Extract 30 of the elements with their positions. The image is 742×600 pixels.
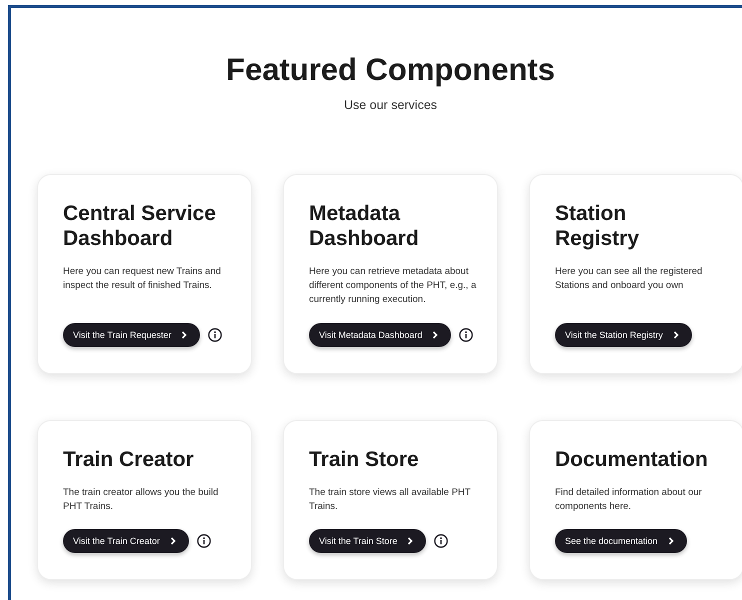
info-icon[interactable] (196, 534, 211, 548)
visit-button[interactable]: Visit the Train Store (309, 529, 426, 554)
card-description: Here you can see all the registered Stations and onboard you own (555, 265, 704, 294)
card-title: Train Creator (63, 446, 195, 472)
chevron-icon (406, 537, 414, 546)
chevron-icon (431, 330, 440, 339)
chevron-icon (180, 330, 188, 339)
card-description: Find detailed information about our components here. (555, 486, 703, 514)
chevron-icon (666, 537, 675, 546)
visit-button[interactable]: Visit Metadata Dashboard (309, 322, 452, 347)
card-title: Documentation (555, 446, 709, 472)
card-title: Station Registry (555, 201, 640, 252)
card-description: Here you can request new Trains and inspect the result of finished Trains. (63, 265, 222, 294)
card-title: Central Service Dashboard (63, 201, 217, 252)
section-subheading: Use our services (342, 98, 438, 112)
card-title: Train Store (309, 446, 420, 472)
info-icon[interactable] (434, 534, 448, 548)
chevron-icon (672, 330, 680, 339)
card-title: Metadata Dashboard (309, 201, 420, 252)
visit-button[interactable]: Visit the Station Registry (555, 322, 692, 347)
info-icon[interactable] (208, 328, 222, 342)
visit-button[interactable]: Visit the Train Creator (63, 529, 189, 554)
visit-button[interactable]: See the documentation (555, 529, 687, 554)
section-heading: Featured Components (225, 52, 556, 88)
card-description: Here you can retrieve metadata about different components of the PHT, e.g., a currently running execution. (309, 265, 478, 307)
card-description: The train store views all available PHT Trains. (309, 486, 472, 514)
chevron-icon (168, 537, 177, 546)
card-description: The train creator allows you the build PHT Trains. (63, 486, 220, 514)
visit-button[interactable]: Visit the Train Requester (63, 322, 200, 347)
info-icon[interactable] (459, 328, 474, 342)
